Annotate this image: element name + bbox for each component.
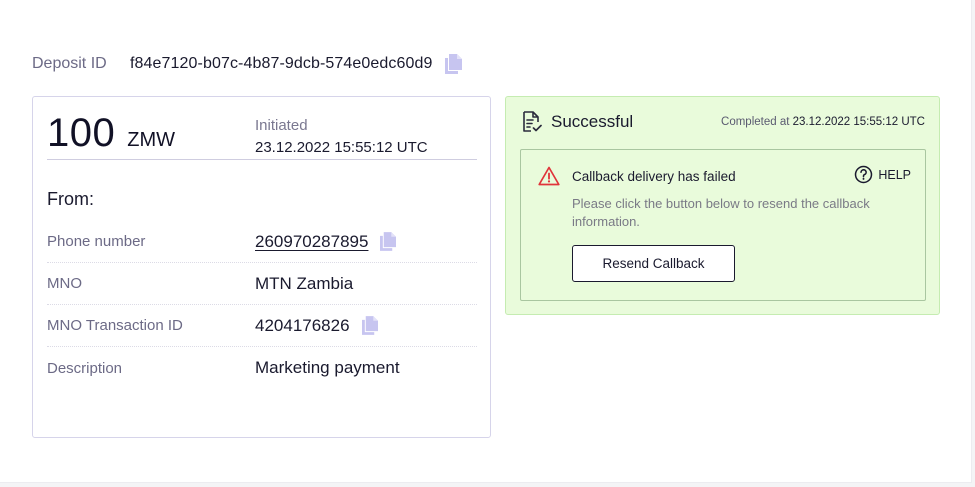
result-card: Successful Completed at 23.12.2022 15:55…	[505, 96, 940, 315]
completed-date: 23.12.2022 15:55:12 UTC	[792, 116, 925, 128]
mno-transaction-id: 4204176826	[255, 315, 350, 335]
success-status: Successful	[551, 112, 634, 131]
deposit-details-page: Deposit ID f84e7120-b07c-4b87-9dcb-574e0…	[0, 0, 972, 483]
status-label: Initiated	[255, 117, 308, 134]
detail-row-mno-transaction-id: MNO Transaction ID 4204176826	[47, 305, 477, 347]
document-check-icon	[523, 111, 542, 132]
alert-title: Callback delivery has failed	[572, 169, 736, 184]
question-circle-icon	[855, 165, 873, 184]
detail-key: Phone number	[47, 233, 146, 250]
callback-alert: Callback delivery has failed HELP Please…	[520, 149, 926, 301]
deposit-id-row: Deposit ID f84e7120-b07c-4b87-9dcb-574e0…	[32, 52, 462, 76]
alert-description: Please click the button below to resend …	[572, 196, 870, 229]
sender-details: Phone number 260970287895 MNO MTN Zambia…	[47, 221, 477, 389]
detail-value: 4204176826	[255, 316, 378, 336]
detail-key: Description	[47, 359, 123, 377]
detail-key: MNO Transaction ID	[47, 317, 183, 334]
deposit-id-value: f84e7120-b07c-4b87-9dcb-574e0edc60d9	[130, 55, 433, 72]
amount-value: 100	[47, 111, 116, 155]
help-label: HELP	[878, 167, 911, 182]
copy-icon[interactable]	[444, 54, 462, 74]
completed-at: Completed at 23.12.2022 15:55:12 UTC	[721, 116, 925, 128]
divider	[47, 159, 477, 160]
copy-icon[interactable]	[361, 316, 378, 335]
warning-triangle-icon	[538, 166, 560, 186]
help-button[interactable]: HELP	[854, 165, 911, 184]
detail-row-mno: MNO MTN Zambia	[47, 263, 477, 305]
detail-key: MNO	[47, 275, 82, 292]
detail-value: Marketing payment	[255, 358, 400, 377]
success-header: Successful	[522, 111, 633, 133]
completed-label: Completed at	[721, 116, 790, 128]
amount-currency: ZMW	[127, 129, 176, 151]
detail-row-phone: Phone number 260970287895	[47, 221, 477, 263]
initiated-status: Initiated 23.12.2022 15:55:12 UTC	[255, 117, 428, 156]
amount: 100 ZMW	[47, 111, 175, 156]
resend-callback-button[interactable]: Resend Callback	[572, 245, 735, 282]
detail-row-description: Description Marketing payment	[47, 347, 477, 389]
detail-value: 260970287895	[255, 232, 397, 252]
from-title: From:	[47, 189, 94, 209]
transaction-card: 100 ZMW Initiated 23.12.2022 15:55:12 UT…	[32, 96, 491, 438]
detail-value: MTN Zambia	[255, 273, 354, 293]
phone-number-link[interactable]: 260970287895	[255, 232, 368, 252]
status-date: 23.12.2022 15:55:12 UTC	[255, 139, 428, 156]
copy-icon[interactable]	[380, 232, 397, 251]
deposit-id-label: Deposit ID	[32, 55, 107, 72]
